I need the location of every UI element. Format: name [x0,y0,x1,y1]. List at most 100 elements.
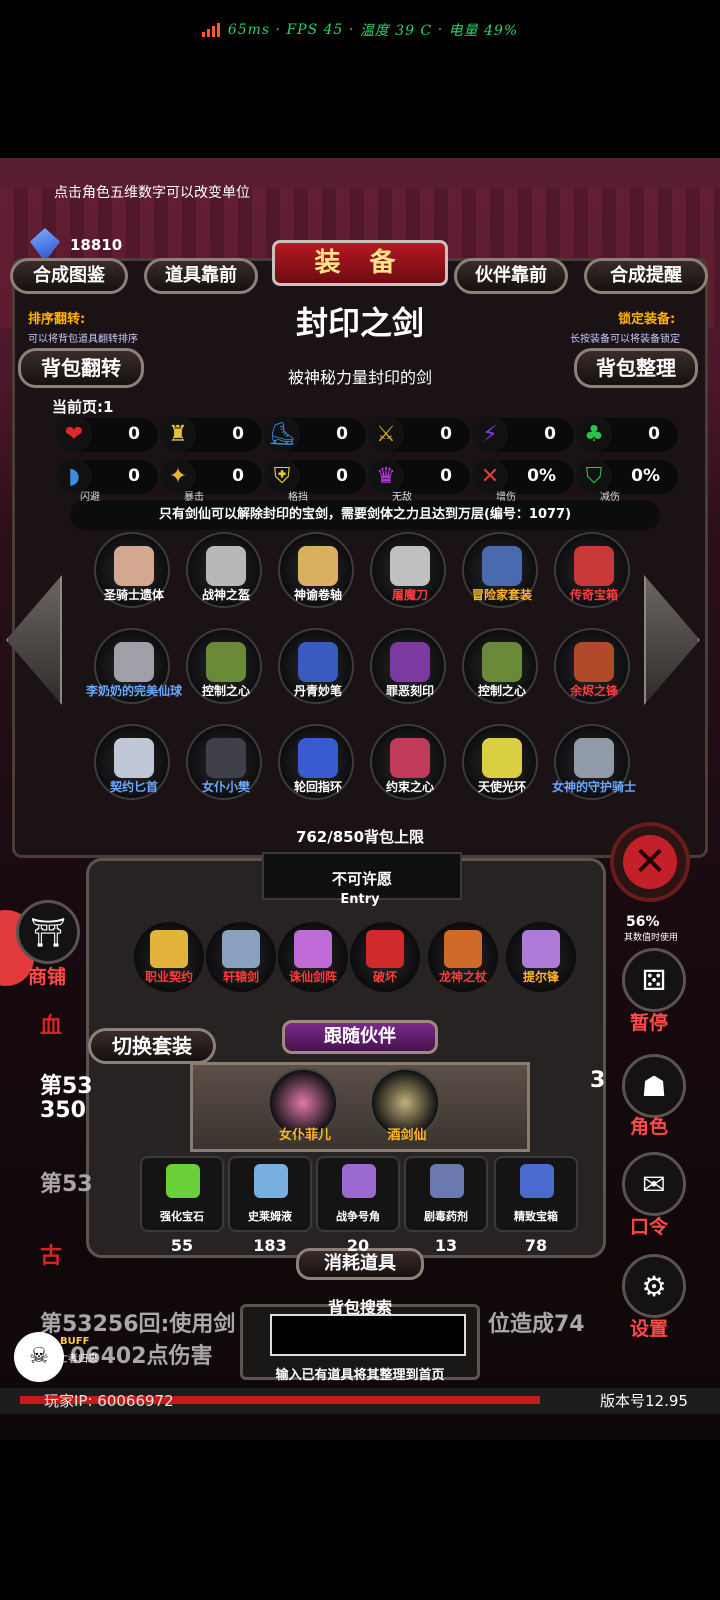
stat-invincible: ♛ 0 无敌 [368,458,470,503]
settings-button[interactable]: ⚙ [622,1254,686,1318]
boot-icon: ⛸ [264,416,300,452]
bag-item[interactable]: 罪恶刻印 [370,628,446,704]
percent-value: 56% [626,914,660,930]
stat-armor: ♜ 0 [160,416,262,452]
consumable-item[interactable]: 史莱姆液 [228,1156,312,1232]
item-name-label: 控制之心 [201,684,250,698]
partner-slot [190,1062,530,1152]
partner-avatar[interactable]: 酒剑仙 [370,1068,440,1143]
bag-item[interactable]: 约束之心 [370,724,446,800]
player-ip: 玩家IP: 60066972 [44,1392,174,1410]
skull-icon[interactable]: ☠ [14,1332,64,1382]
log-round2: 第53 [40,1172,93,1197]
bag-item[interactable]: 女仆小樊 [186,724,262,800]
bag-item[interactable]: 控制之心 [462,628,538,704]
equipped-art-icon [444,930,482,968]
item-art-icon [114,738,154,778]
battery-text: 电量 49% [448,23,519,39]
consumable-item[interactable]: 战争号角 [316,1156,400,1232]
stat-damage-down: ⛉ 0% 减伤 [576,458,678,503]
switch-set-button[interactable]: 切换套装 [88,1028,216,1064]
role-button[interactable]: ☗ [622,1054,686,1118]
temperature-text: 温度 39 C [359,23,433,39]
seal-note: 只有剑仙可以解除封印的宝剑，需要剑体之力且达到万层(编号：1077) [70,500,660,530]
bag-item[interactable]: 圣骑士遗体 [94,532,170,608]
consumable-item[interactable]: 剧毒药剂 [404,1156,488,1232]
items-first-button[interactable]: 道具靠前 [144,258,258,294]
code-button[interactable]: ✉ [622,1152,686,1216]
stat-lightning: ⚡ 0 [472,416,574,452]
close-icon: ✕ [623,835,677,889]
item-art-icon [390,642,430,682]
shop-button[interactable]: ⛩ [16,900,80,964]
bag-item[interactable]: 神谕卷轴 [278,532,354,608]
consumable-item[interactable]: 强化宝石 [140,1156,224,1232]
item-name-label: 约束之心 [385,780,434,794]
consumable-quantity: 20 [346,1236,370,1255]
stat-value: 0 [232,424,244,444]
item-art-icon [114,642,154,682]
item-name-label: 传奇宝箱 [569,588,618,602]
compose-tip-button[interactable]: 合成提醒 [584,258,708,294]
unit-hint: 点击角色五维数字可以改变单位 [54,184,250,200]
buff-label: BUFF [60,1336,90,1347]
item-name-label: 丹青妙笔 [293,684,342,698]
bag-item[interactable]: 轮回指环 [278,724,354,800]
pause-button[interactable]: ⚄ [622,948,686,1012]
stat-value: 0 [232,466,244,486]
hood-icon: ☗ [641,1069,667,1103]
partner-avatar[interactable]: 女仆菲儿 [268,1068,338,1143]
item-art-icon [298,546,338,586]
sword-icon: ⚔ [368,416,404,452]
item-art-icon [206,738,246,778]
equipped-item[interactable]: 龙神之杖 [428,922,498,992]
stat-heart: ❤ 0 [56,416,158,452]
buff-sub: 亡者归来 [58,1354,98,1365]
consumable-name: 战争号角 [336,1210,380,1223]
consumable-art-icon [254,1164,288,1198]
bag-item[interactable]: 控制之心 [186,628,262,704]
gear-icon: ⚙ [641,1269,667,1303]
entry-label: Entry [340,892,380,907]
stat-clover: ♣ 0 [576,416,678,452]
consumable-art-icon [166,1164,200,1198]
bag-item[interactable]: 女神的守护骑士 [552,724,636,800]
partner-first-button[interactable]: 伙伴靠前 [454,258,568,294]
consumable-quantity: 183 [253,1236,287,1255]
log-round3: 第53256回:使用剑 [40,1312,236,1337]
stat-value: 0 [336,466,348,486]
bag-item[interactable]: 冒险家套装 [462,532,538,608]
equipped-item[interactable]: 提尔锋 [506,922,576,992]
percent-sub: 其数值时使用 [624,933,679,943]
equipped-item[interactable]: 破坏 [350,922,420,992]
bag-item[interactable]: 丹青妙笔 [278,628,354,704]
item-name-label: 罪恶刻印 [385,684,434,698]
game-screen: 点击角色五维数字可以改变单位 18810 装 备 合成图鉴 道具靠前 伙伴靠前 … [0,158,720,1440]
bag-item[interactable]: 屠魔刀 [370,532,446,608]
bag-item[interactable]: 天使光环 [462,724,538,800]
stat-value: 0 [648,424,660,444]
stat-label: 减伤 [600,492,620,503]
log-round1-b: 350 [40,1098,86,1123]
ping-text: 65ms [227,22,271,38]
stat-label: 无敌 [392,492,412,503]
equipped-art-icon [222,930,260,968]
bag-item[interactable]: 战神之盔 [186,532,262,608]
item-name-label: 屠魔刀 [391,588,428,602]
stat-value: 0 [128,424,140,444]
bag-item[interactable]: 李奶奶的完美仙球 [86,628,182,704]
bag-item[interactable]: 传奇宝箱 [554,532,630,608]
item-name-label: 神谕卷轴 [293,588,342,602]
bag-search-input[interactable] [270,1314,466,1356]
item-art-icon [390,738,430,778]
log-right-number: 3 [590,1068,606,1093]
close-button[interactable]: ✕ [610,822,690,902]
bag-item[interactable]: 余烬之锋 [554,628,630,704]
heart-icon: ❤ [56,416,92,452]
bag-item[interactable]: 契约匕首 [94,724,170,800]
consumable-art-icon [342,1164,376,1198]
compose-guide-button[interactable]: 合成图鉴 [10,258,128,294]
consumable-item[interactable]: 精致宝箱 [494,1156,578,1232]
armor-icon: ♜ [160,416,196,452]
equipped-art-icon [150,930,188,968]
